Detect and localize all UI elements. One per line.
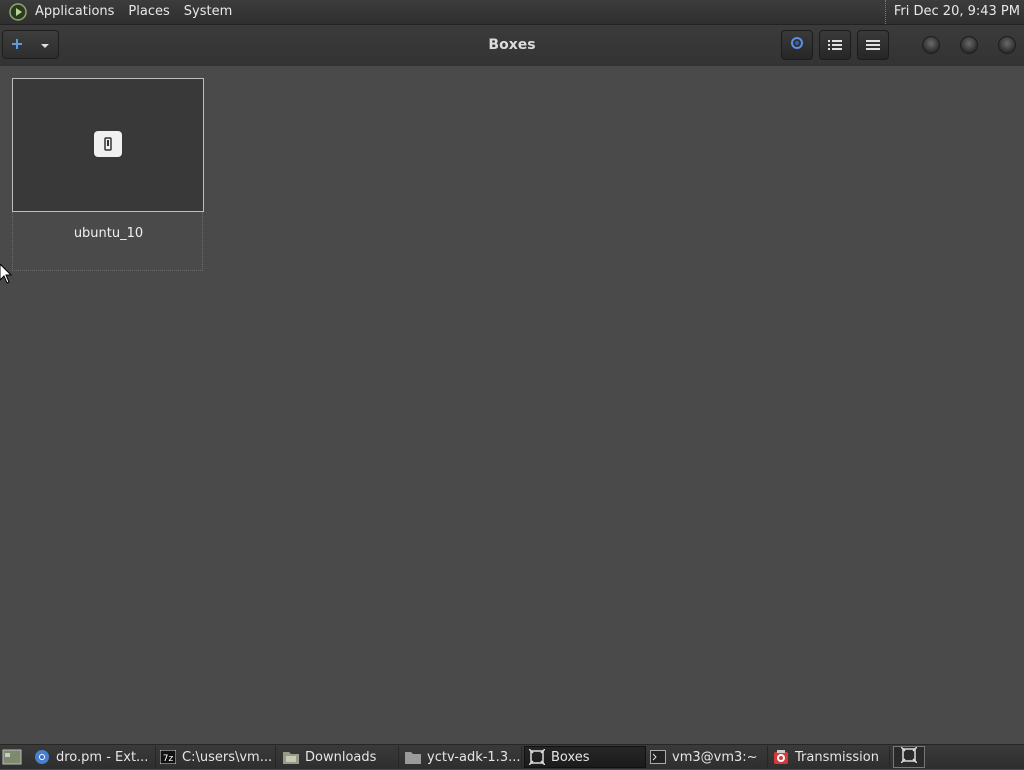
menu-button[interactable] bbox=[857, 30, 889, 60]
task-downloads[interactable]: Downloads bbox=[279, 746, 399, 768]
show-desktop-icon[interactable] bbox=[2, 748, 22, 766]
svg-text:7z: 7z bbox=[163, 754, 174, 764]
vm-name-label: ubuntu_10 bbox=[73, 226, 144, 241]
vm-tile[interactable]: ubuntu_10 bbox=[12, 78, 204, 271]
task-transmission[interactable]: Transmission bbox=[769, 746, 890, 768]
header-bar: Boxes bbox=[0, 25, 1024, 67]
boxes-content-area: ubuntu_10 bbox=[0, 66, 1024, 744]
maximize-button[interactable] bbox=[960, 36, 978, 54]
close-button[interactable] bbox=[998, 36, 1016, 54]
chromium-icon bbox=[34, 749, 50, 765]
task-label: Downloads bbox=[305, 749, 377, 765]
top-panel: Applications Places System Fri Dec 20, 9… bbox=[0, 0, 1024, 25]
workspace-switcher-button[interactable] bbox=[893, 746, 925, 768]
7zip-icon: 7z bbox=[160, 749, 176, 765]
task-yctv-adk[interactable]: yctv-adk-1.3... bbox=[401, 746, 522, 768]
search-button[interactable] bbox=[781, 30, 813, 60]
boxes-icon bbox=[900, 746, 918, 767]
transmission-icon bbox=[773, 749, 789, 765]
task-boxes[interactable]: Boxes bbox=[524, 746, 646, 768]
menu-applications[interactable]: Applications bbox=[28, 0, 121, 24]
task-dro-pm[interactable]: dro.pm - Ext... bbox=[30, 746, 156, 768]
search-icon bbox=[789, 35, 805, 55]
task-label: yctv-adk-1.3... bbox=[427, 749, 521, 765]
folder-icon bbox=[283, 749, 299, 765]
task-7zip[interactable]: 7z C:\users\vm... bbox=[156, 746, 276, 768]
task-label: C:\users\vm... bbox=[182, 749, 273, 765]
vm-power-icon bbox=[94, 131, 122, 157]
list-icon bbox=[828, 36, 842, 55]
menu-places[interactable]: Places bbox=[121, 0, 176, 24]
clock[interactable]: Fri Dec 20, 9:43 PM bbox=[884, 0, 1020, 24]
applications-logo-icon[interactable] bbox=[8, 2, 28, 22]
task-label: Transmission bbox=[795, 749, 879, 765]
vm-thumbnail[interactable] bbox=[12, 78, 204, 212]
terminal-icon bbox=[650, 749, 666, 765]
minimize-button[interactable] bbox=[922, 36, 940, 54]
boxes-icon bbox=[529, 749, 545, 765]
list-view-button[interactable] bbox=[819, 30, 851, 60]
folder-icon bbox=[405, 749, 421, 765]
bottom-panel: dro.pm - Ext... 7z C:\users\vm... Downlo… bbox=[0, 744, 1024, 769]
hamburger-menu-icon bbox=[866, 36, 880, 55]
mouse-pointer-icon bbox=[0, 263, 13, 288]
task-label: dro.pm - Ext... bbox=[56, 749, 149, 765]
menu-system[interactable]: System bbox=[177, 0, 239, 24]
task-terminal[interactable]: vm3@vm3:~ bbox=[646, 746, 768, 768]
task-label: vm3@vm3:~ bbox=[672, 749, 758, 765]
task-label: Boxes bbox=[551, 749, 590, 765]
